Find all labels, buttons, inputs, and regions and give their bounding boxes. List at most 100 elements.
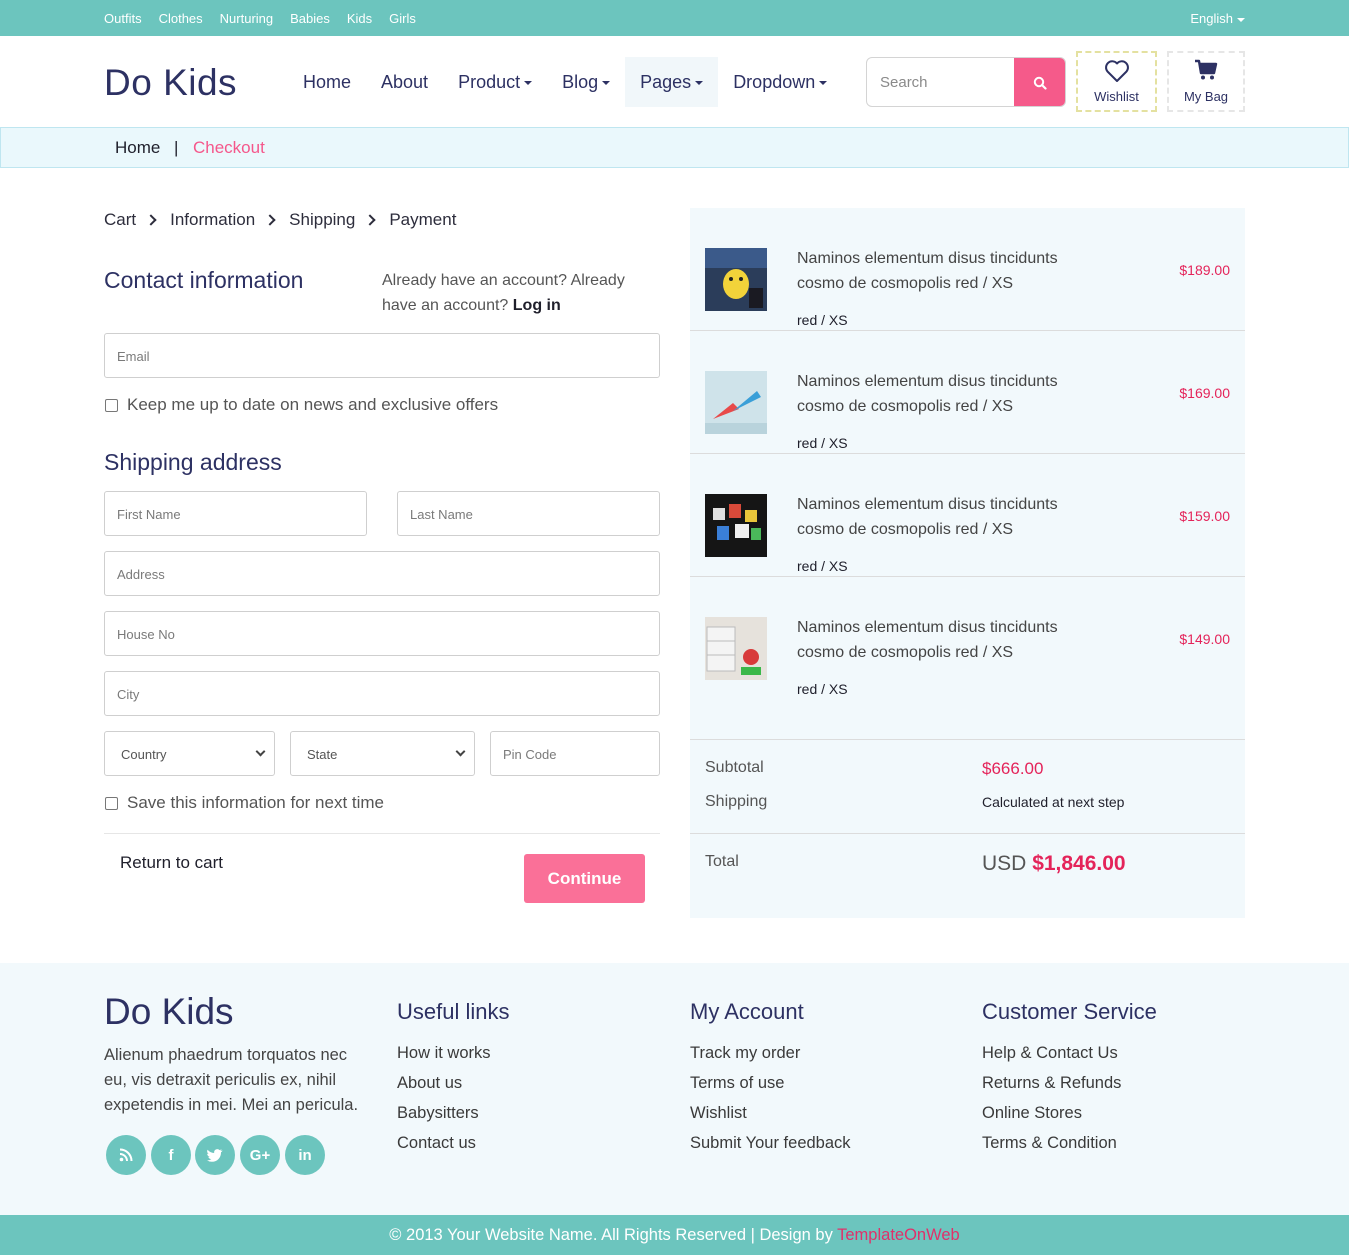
product-image [705,248,767,311]
rss-glyph [119,1148,133,1162]
caret-down-icon [819,81,828,86]
footer-link[interactable]: About us [397,1073,509,1103]
newsletter-checkbox[interactable] [105,398,118,412]
total-label: Total [705,853,739,870]
form-divider [104,833,660,834]
pin-code-field[interactable]: Pin Code [490,731,660,776]
rss-icon[interactable] [106,1135,146,1175]
first-name-field[interactable]: First Name [104,491,367,536]
top-link[interactable]: Clothes [159,11,203,26]
footer-link[interactable]: Terms & Condition [982,1133,1157,1163]
nav-label: Dropdown [733,72,816,92]
nav-label: Pages [640,72,692,92]
main-nav: Home About Product Blog Pages Dropdown [288,57,842,107]
subtotal-label: Subtotal [705,759,764,776]
twitter-icon[interactable] [195,1135,235,1175]
item-variant: red / XS [797,312,848,328]
footer-link[interactable]: How it works [397,1043,509,1073]
save-info-checkbox-row[interactable]: Save this information for next time [105,793,384,813]
nav-blog[interactable]: Blog [547,57,625,107]
last-name-field[interactable]: Last Name [397,491,660,536]
search-box: Search [866,57,1066,107]
email-field[interactable]: Email [104,333,660,378]
top-link[interactable]: Nurturing [220,11,273,26]
linkedin-icon[interactable]: in [285,1135,325,1175]
breadcrumb: Home | Checkout [0,127,1349,168]
step-shipping[interactable]: Shipping [289,210,355,230]
pin-code-placeholder: Pin Code [503,747,557,762]
footer-link[interactable]: Track my order [690,1043,851,1073]
top-link[interactable]: Outfits [104,11,142,26]
my-bag-button[interactable]: My Bag [1167,51,1245,112]
chevron-down-icon [255,746,266,757]
country-select[interactable]: Country [104,731,275,776]
state-value: State [307,747,338,762]
item-name: Naminos elementum disus tincidunts cosmo… [797,250,1058,292]
order-item: Naminos elementum disus tincidunts cosmo… [690,577,1245,700]
email-placeholder: Email [117,349,150,364]
state-select[interactable]: State [290,731,475,776]
step-information[interactable]: Information [170,210,255,230]
continue-button[interactable]: Continue [524,854,645,903]
footer-link[interactable]: Help & Contact Us [982,1043,1157,1073]
breadcrumb-home[interactable]: Home [115,138,160,158]
header: Do Kids Home About Product Blog Pages Dr… [0,36,1349,127]
city-field[interactable]: City [104,671,660,716]
wishlist-label: Wishlist [1094,89,1139,104]
shipping-value: Calculated at next step [982,794,1125,810]
order-summary: Naminos elementum disus tincidunts cosmo… [690,208,1245,918]
footer-link[interactable]: Terms of use [690,1073,851,1103]
nav-pages[interactable]: Pages [625,57,719,107]
step-cart[interactable]: Cart [104,210,136,230]
summary-divider [690,739,1245,740]
top-link[interactable]: Kids [347,11,372,26]
shipping-label: Shipping [705,793,768,810]
product-image [705,494,767,557]
footer-link[interactable]: Returns & Refunds [982,1073,1157,1103]
footer-link[interactable]: Contact us [397,1133,509,1163]
address-field[interactable]: Address [104,551,660,596]
copyright-text: © 2013 Your Website Name. All Rights Res… [389,1226,833,1244]
top-link[interactable]: Girls [389,11,416,26]
save-info-label: Save this information for next time [127,793,385,812]
breadcrumb-separator: | [174,138,179,157]
caret-down-icon [524,81,533,86]
item-name: Naminos elementum disus tincidunts cosmo… [797,496,1058,538]
wishlist-button[interactable]: Wishlist [1076,51,1157,112]
footer-link[interactable]: Online Stores [982,1103,1157,1133]
footer-link[interactable]: Babysitters [397,1103,509,1133]
country-value: Country [121,747,167,762]
chevron-right-icon [145,214,157,226]
top-link[interactable]: Babies [290,11,330,26]
footer-link[interactable]: Submit Your feedback [690,1133,851,1163]
footer-link[interactable]: Wishlist [690,1103,851,1133]
footer-column-customer-service: Customer Service Help & Contact Us Retur… [982,999,1157,1163]
footer-logo[interactable]: Do Kids [104,991,234,1033]
nav-about[interactable]: About [366,57,443,107]
search-input[interactable]: Search [880,74,928,91]
nav-label: About [381,72,429,92]
language-dropdown[interactable]: English [1190,11,1245,26]
return-to-cart-link[interactable]: Return to cart [120,853,223,873]
caret-down-icon [695,81,704,86]
footer-column-my-account: My Account Track my order Terms of use W… [690,999,851,1163]
newsletter-checkbox-row[interactable]: Keep me up to date on news and exclusive… [105,395,498,415]
first-name-placeholder: First Name [117,507,181,522]
google-plus-icon[interactable]: G+ [240,1135,280,1175]
designer-link[interactable]: TemplateOnWeb [837,1226,960,1244]
heart-icon [1104,60,1129,82]
nav-product[interactable]: Product [443,57,547,107]
step-payment[interactable]: Payment [389,210,456,230]
item-price: $159.00 [1179,508,1230,524]
site-logo[interactable]: Do Kids [104,62,237,104]
search-button[interactable] [1014,58,1065,106]
breadcrumb-current: Checkout [193,138,265,157]
nav-label: Blog [562,72,599,92]
nav-dropdown[interactable]: Dropdown [718,57,842,107]
facebook-icon[interactable]: f [151,1135,191,1175]
subtotal-value: $666.00 [982,759,1044,778]
login-link[interactable]: Log in [513,297,561,314]
house-no-field[interactable]: House No [104,611,660,656]
save-info-checkbox[interactable] [105,796,118,810]
nav-home[interactable]: Home [288,57,366,107]
